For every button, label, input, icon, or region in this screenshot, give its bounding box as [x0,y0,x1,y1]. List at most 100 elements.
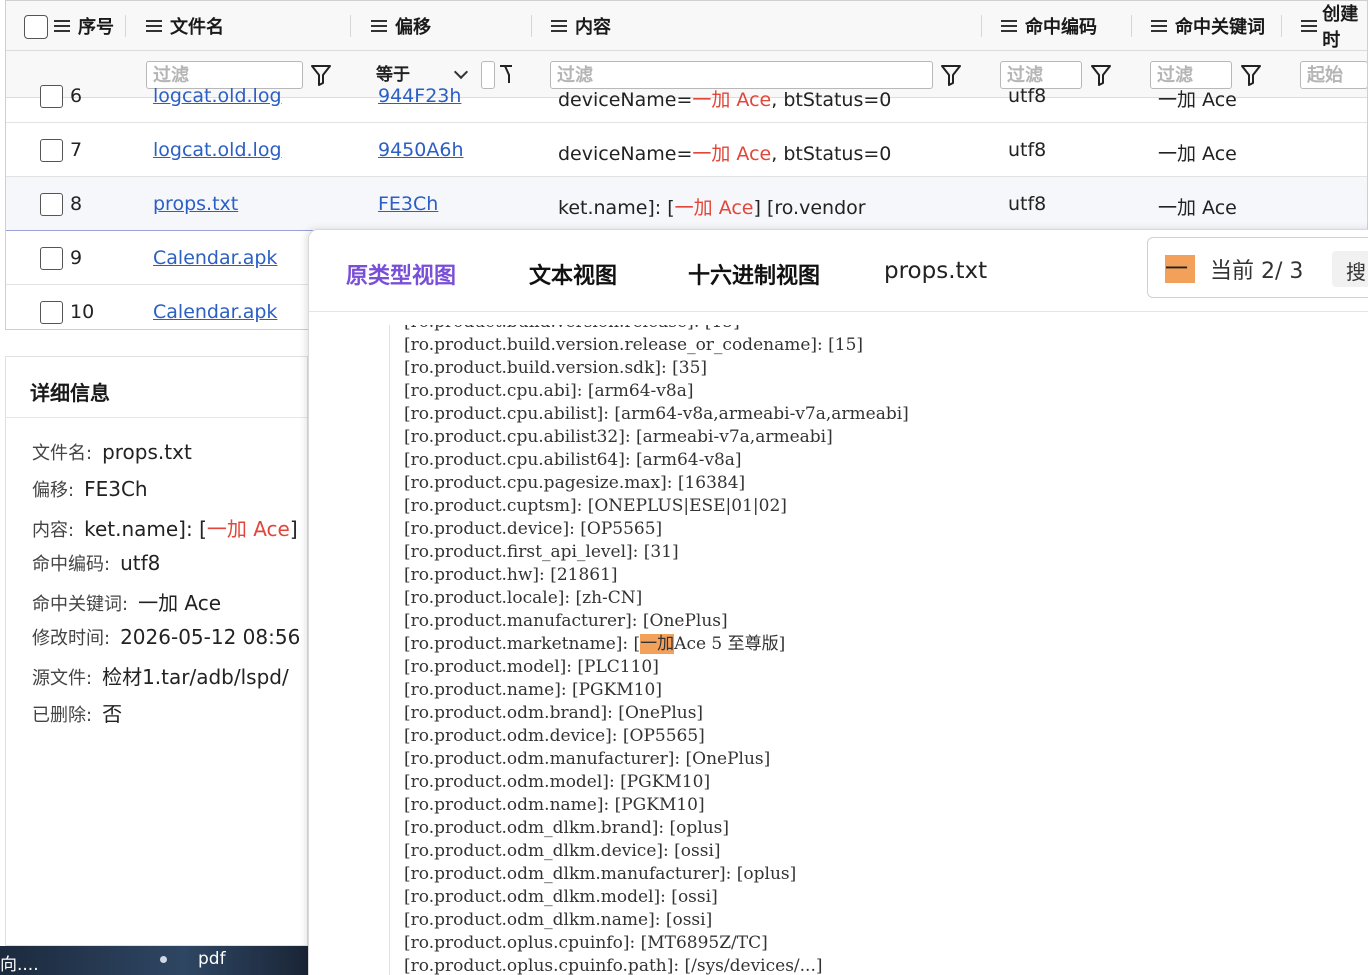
detail-field-value: 检材1.tar/adb/lspd/ [102,665,289,689]
taskbar-text[interactable]: 向.... [0,950,39,975]
row-offset-link[interactable]: 944F23h [378,85,461,107]
detail-field-value: 一加 Ace [138,591,222,615]
content-suffix: , btStatus=0 [771,89,892,111]
taskbar: 向.... pdf [0,946,308,975]
column-header-encoding[interactable]: 命中编码 [1001,1,1097,51]
viewer-file-name: props.txt [884,258,988,284]
viewer-tabbar: 原类型视图 文本视图 十六进制视图 props.txt 一加 当前 2/ 3 搜 [309,230,1368,312]
tab-text-view[interactable]: 文本视图 [529,258,617,290]
detail-content-hit: 一加 Ace [206,517,290,541]
detail-field-label: 内容: [32,520,75,541]
search-position: 当前 2/ 3 [1210,253,1303,285]
file-text-line: [ro.product.name]: [PGKM10] [404,680,662,700]
row-offset-link[interactable]: 9450A6h [378,139,463,161]
file-text-lines: [ro.product.build.version.release]: [15]… [404,325,909,975]
row-index: 6 [70,85,83,107]
row-content: deviceName=一加 Ace, btStatus=0 [558,85,891,112]
row-index: 9 [70,247,83,269]
column-menu-icon[interactable] [1301,19,1318,33]
detail-field-value: utf8 [120,551,161,575]
column-header-index[interactable]: 序号 [54,1,114,51]
tab-hex-view[interactable]: 十六进制视图 [688,258,820,290]
column-menu-icon[interactable] [1151,19,1167,33]
content-prefix: ket.name]: [ [558,197,675,219]
file-text-line: [ro.product.locale]: [zh-CN] [404,588,643,608]
column-header-filename[interactable]: 文件名 [146,1,224,51]
file-text-line: [ro.product.build.version.release]: [15] [404,325,909,334]
file-text-line: [ro.product.cpu.abilist64]: [arm64-v8a] [404,450,742,470]
content-hit: 一加 Ace [674,197,754,219]
taskbar-pdf-text[interactable]: pdf [198,949,226,969]
tab-native-view[interactable]: 原类型视图 [346,258,456,290]
column-header-content[interactable]: 内容 [551,1,611,51]
content-prefix: deviceName= [558,143,693,165]
column-menu-icon[interactable] [551,19,567,33]
row-filename-link[interactable]: logcat.old.log [153,139,282,161]
detail-field-source: 源文件: 检材1.tar/adb/lspd/ [32,661,289,690]
column-divider[interactable] [1281,15,1282,37]
search-hit-highlight: 一加 [640,634,675,654]
row-checkbox[interactable] [40,193,63,216]
row-keyword: 一加 Ace [1158,197,1237,219]
column-divider[interactable] [125,15,126,37]
row-offset-link[interactable]: FE3Ch [378,193,438,215]
file-text-line: [ro.product.oplus.cpuinfo]: [MT6895Z/TC] [404,933,768,953]
column-header-index-label: 序号 [78,17,114,38]
column-divider[interactable] [531,15,532,37]
column-header-created[interactable]: 创建时 [1301,1,1367,51]
search-input[interactable]: 一加 [1165,255,1195,283]
content-suffix: ] [ro.vendor [753,197,866,219]
row-filename-link[interactable]: logcat.old.log [153,85,282,107]
column-menu-icon[interactable] [371,19,387,33]
detail-field-label: 命中编码: [32,554,111,575]
row-checkbox[interactable] [40,301,63,324]
file-text-line: [ro.product.model]: [PLC110] [404,657,659,677]
file-text-line: [ro.product.odm.model]: [PGKM10] [404,772,711,792]
file-text-line: [ro.product.odm_dlkm.brand]: [oplus] [404,818,730,838]
row-filename-link[interactable]: Calendar.apk [153,301,277,323]
row-filename-link[interactable]: Calendar.apk [153,247,277,269]
content-suffix: , btStatus=0 [771,143,892,165]
content-hit: 一加 Ace [692,89,772,111]
column-divider[interactable] [981,15,982,37]
column-header-encoding-label: 命中编码 [1025,17,1097,38]
table-row[interactable]: 6 logcat.old.log 944F23h deviceName=一加 A… [6,69,1367,123]
table-row-selected[interactable]: 8 props.txt FE3Ch ket.name]: [一加 Ace] [r… [6,177,1367,231]
search-button[interactable]: 搜 [1332,251,1368,287]
viewer-content: [ro.product.build.version.release]: [15]… [389,325,1368,975]
viewer-search-box: 一加 当前 2/ 3 搜 [1147,237,1368,298]
detail-field-offset: 偏移: FE3Ch [32,476,148,502]
detail-title: 详细信息 [30,381,110,405]
file-text-line: [ro.product.device]: [OP5565] [404,519,663,539]
column-divider[interactable] [1131,15,1132,37]
file-text-line: [ro.product.cpu.pagesize.max]: [16384] [404,473,746,493]
file-text-line: [ro.product.odm.brand]: [OnePlus] [404,703,704,723]
column-menu-icon[interactable] [54,19,70,33]
column-header-keyword[interactable]: 命中关键词 [1151,1,1265,51]
divider [6,417,307,418]
column-menu-icon[interactable] [146,19,162,33]
select-all-checkbox[interactable] [24,15,48,39]
column-menu-icon[interactable] [1001,19,1017,33]
row-checkbox[interactable] [40,247,63,270]
detail-field-value: props.txt [102,440,192,464]
file-text-line: [ro.product.cuptsm]: [ONEPLUS|ESE|01|02] [404,496,787,516]
detail-field-label: 已删除: [32,705,93,726]
row-index: 7 [70,139,83,161]
file-text-line: [ro.product.cpu.abi]: [arm64-v8a] [404,381,694,401]
column-divider[interactable] [350,15,351,37]
row-filename-link[interactable]: props.txt [153,193,238,215]
file-text-line: [ro.product.cpu.abilist32]: [armeabi-v7a… [404,427,833,447]
row-checkbox[interactable] [40,85,63,108]
file-text-line: [ro.product.marketname]: [一加Ace 5 至尊版] [404,634,786,654]
column-header-keyword-label: 命中关键词 [1175,17,1265,38]
row-content: ket.name]: [一加 Ace] [ro.vendor [558,193,866,220]
file-text-line: [ro.product.build.version.release_or_cod… [404,335,864,355]
detail-field-value: 2026-05-12 08:56 [120,625,301,649]
detail-field-keyword: 命中关键词: 一加 Ace [32,587,221,616]
row-checkbox[interactable] [40,139,63,162]
file-text-line: [ro.product.odm.name]: [PGKM10] [404,795,705,815]
column-header-offset[interactable]: 偏移 [371,1,431,51]
detail-field-encoding: 命中编码: utf8 [32,550,160,576]
table-row[interactable]: 7 logcat.old.log 9450A6h deviceName=一加 A… [6,123,1367,177]
